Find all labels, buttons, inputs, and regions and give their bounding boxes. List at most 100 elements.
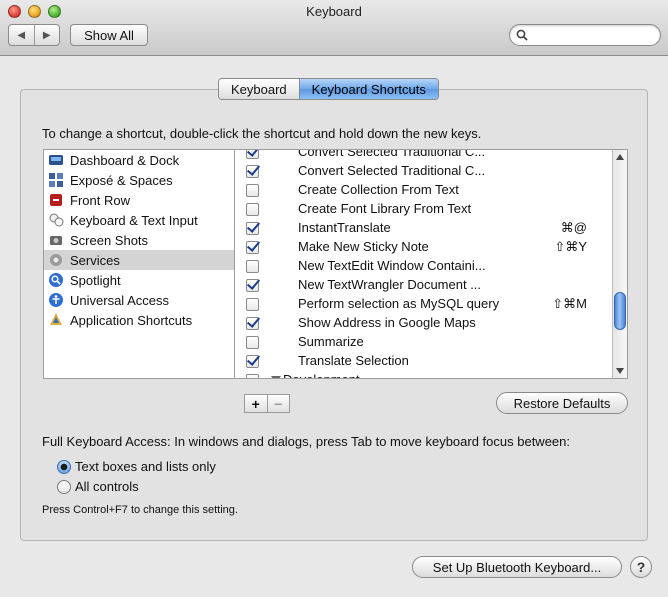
shortcut-label: New TextWrangler Document ... xyxy=(298,277,482,292)
category-label: Dashboard & Dock xyxy=(70,152,180,168)
expose-icon xyxy=(49,173,63,187)
shortcut-enabled-checkbox[interactable] xyxy=(246,260,259,273)
tab-keyboard-shortcuts[interactable]: Keyboard Shortcuts xyxy=(298,79,438,99)
shortcut-row[interactable]: Summarize xyxy=(235,333,613,352)
full-keyboard-access-label: Full Keyboard Access: In windows and dia… xyxy=(42,434,570,449)
shortcut-key[interactable]: ⇧⌘Y xyxy=(554,239,587,255)
back-button[interactable]: ◀ xyxy=(9,25,34,45)
shortcut-label: Perform selection as MySQL query xyxy=(298,296,500,311)
group-enabled-checkbox[interactable] xyxy=(246,374,259,378)
shortcut-enabled-checkbox[interactable] xyxy=(246,241,259,254)
spotlight-icon xyxy=(49,273,63,287)
shortcut-label: Translate Selection xyxy=(298,353,409,368)
shortcut-label: InstantTranslate xyxy=(298,220,391,235)
shortcut-row[interactable]: New TextEdit Window Containi... xyxy=(235,257,613,276)
title-bar: Keyboard ◀ ▶ Show All xyxy=(0,0,668,56)
shortcut-key[interactable]: ⇧⌘M xyxy=(552,296,587,312)
shortcut-list[interactable]: Development Translate Selection Summarize S… xyxy=(235,149,628,379)
category-label: Front Row xyxy=(70,192,130,208)
window-title: Keyboard xyxy=(306,4,362,19)
accessibility-icon xyxy=(49,293,63,307)
keyboard-icon xyxy=(49,213,64,227)
shortcut-row[interactable]: Create Font Library From Text xyxy=(235,200,613,219)
category-label: Screen Shots xyxy=(70,232,149,248)
shortcut-row[interactable]: Show Address in Google Maps xyxy=(235,314,613,333)
camera-icon xyxy=(50,236,62,245)
category-label: Application Shortcuts xyxy=(70,312,193,328)
category-application-shortcuts[interactable]: Application Shortcuts xyxy=(44,310,234,330)
shortcut-enabled-checkbox[interactable] xyxy=(246,150,259,159)
shortcut-row[interactable]: Translate Selection xyxy=(235,352,613,371)
shortcut-enabled-checkbox[interactable] xyxy=(246,355,259,368)
help-button[interactable]: ? xyxy=(630,556,652,578)
instructions-text: To change a shortcut, double-click the s… xyxy=(42,126,482,141)
category-front-row[interactable]: Front Row xyxy=(44,190,234,210)
application-icon xyxy=(50,313,62,325)
category-label: Keyboard & Text Input xyxy=(70,212,198,228)
front-row-icon xyxy=(50,194,62,206)
group-row-development[interactable]: Development xyxy=(235,371,613,378)
category-services[interactable]: Services xyxy=(44,250,234,270)
add-shortcut-button[interactable]: + xyxy=(245,395,267,412)
category-label: Spotlight xyxy=(70,272,121,288)
radio-all-controls-label[interactable]: All controls xyxy=(75,479,139,494)
category-list[interactable]: Dashboard & Dock Exposé & Spaces Front Row… xyxy=(43,149,235,379)
shortcut-label: Summarize xyxy=(298,334,364,349)
restore-defaults-button[interactable]: Restore Defaults xyxy=(496,392,628,414)
category-universal-access[interactable]: Universal Access xyxy=(44,290,234,310)
shortcut-row[interactable]: Create Collection From Text xyxy=(235,181,613,200)
category-dashboard-dock[interactable]: Dashboard & Dock xyxy=(44,150,234,170)
category-expos-spaces[interactable]: Exposé & Spaces xyxy=(44,170,234,190)
radio-text-boxes-lists[interactable] xyxy=(57,460,71,474)
shortcut-enabled-checkbox[interactable] xyxy=(246,317,259,330)
shortcut-row[interactable]: Make New Sticky Note ⇧⌘Y xyxy=(235,238,613,257)
back-forward-control: ◀ ▶ xyxy=(8,24,60,46)
dashboard-icon xyxy=(49,155,63,165)
radio-all-controls[interactable] xyxy=(57,480,71,494)
category-screen-shots[interactable]: Screen Shots xyxy=(44,230,234,250)
add-remove-control: + − xyxy=(244,394,290,413)
shortcut-label: Show Address in Google Maps xyxy=(298,315,476,330)
category-keyboard-text-input[interactable]: Keyboard & Text Input xyxy=(44,210,234,230)
shortcut-key[interactable]: ⌘@ xyxy=(561,220,587,236)
shortcut-label: Create Font Library From Text xyxy=(298,201,472,216)
disclosure-triangle-icon[interactable] xyxy=(271,376,281,378)
tab-bar: Keyboard Keyboard Shortcuts xyxy=(218,78,439,100)
shortcut-enabled-checkbox[interactable] xyxy=(246,222,259,235)
scrollbar-thumb[interactable] xyxy=(614,292,626,330)
search-icon xyxy=(516,29,528,41)
shortcut-enabled-checkbox[interactable] xyxy=(246,203,259,216)
shortcut-label: Convert Selected Traditional C... xyxy=(298,163,486,178)
remove-shortcut-button[interactable]: − xyxy=(266,395,290,412)
category-label: Services xyxy=(70,252,120,268)
shortcut-enabled-checkbox[interactable] xyxy=(246,184,259,197)
category-label: Exposé & Spaces xyxy=(70,172,173,188)
shortcut-label: New TextEdit Window Containi... xyxy=(298,258,486,273)
search-field[interactable] xyxy=(509,24,661,46)
scroll-down-arrow-icon[interactable] xyxy=(616,368,624,374)
forward-button[interactable]: ▶ xyxy=(33,25,60,45)
shortcut-label: Convert Selected Traditional C... xyxy=(298,149,486,159)
shortcut-enabled-checkbox[interactable] xyxy=(246,336,259,349)
shortcut-row[interactable]: New TextWrangler Document ... xyxy=(235,276,613,295)
shortcut-row[interactable]: InstantTranslate ⌘@ xyxy=(235,219,613,238)
show-all-button[interactable]: Show All xyxy=(70,24,148,46)
shortcut-enabled-checkbox[interactable] xyxy=(246,165,259,178)
shortcut-enabled-checkbox[interactable] xyxy=(246,298,259,311)
shortcut-row[interactable]: Convert Selected Traditional C... xyxy=(235,149,613,162)
group-label: Development xyxy=(283,372,360,378)
category-label: Universal Access xyxy=(70,292,169,308)
scroll-up-arrow-icon[interactable] xyxy=(616,154,624,160)
shortcut-row[interactable]: Perform selection as MySQL query ⇧⌘M xyxy=(235,295,613,314)
bluetooth-keyboard-button[interactable]: Set Up Bluetooth Keyboard... xyxy=(412,556,622,578)
shortcut-row[interactable]: Convert Selected Traditional C... xyxy=(235,162,613,181)
category-spotlight[interactable]: Spotlight xyxy=(44,270,234,290)
radio-text-boxes-lists-label[interactable]: Text boxes and lists only xyxy=(75,459,216,474)
shortcut-enabled-checkbox[interactable] xyxy=(246,279,259,292)
gear-icon xyxy=(50,254,62,266)
vertical-scrollbar[interactable] xyxy=(612,150,627,378)
keyboard-access-note: Press Control+F7 to change this setting. xyxy=(42,504,238,516)
tab-keyboard[interactable]: Keyboard xyxy=(219,79,299,99)
shortcut-label: Create Collection From Text xyxy=(298,182,459,197)
shortcut-label: Make New Sticky Note xyxy=(298,239,429,254)
